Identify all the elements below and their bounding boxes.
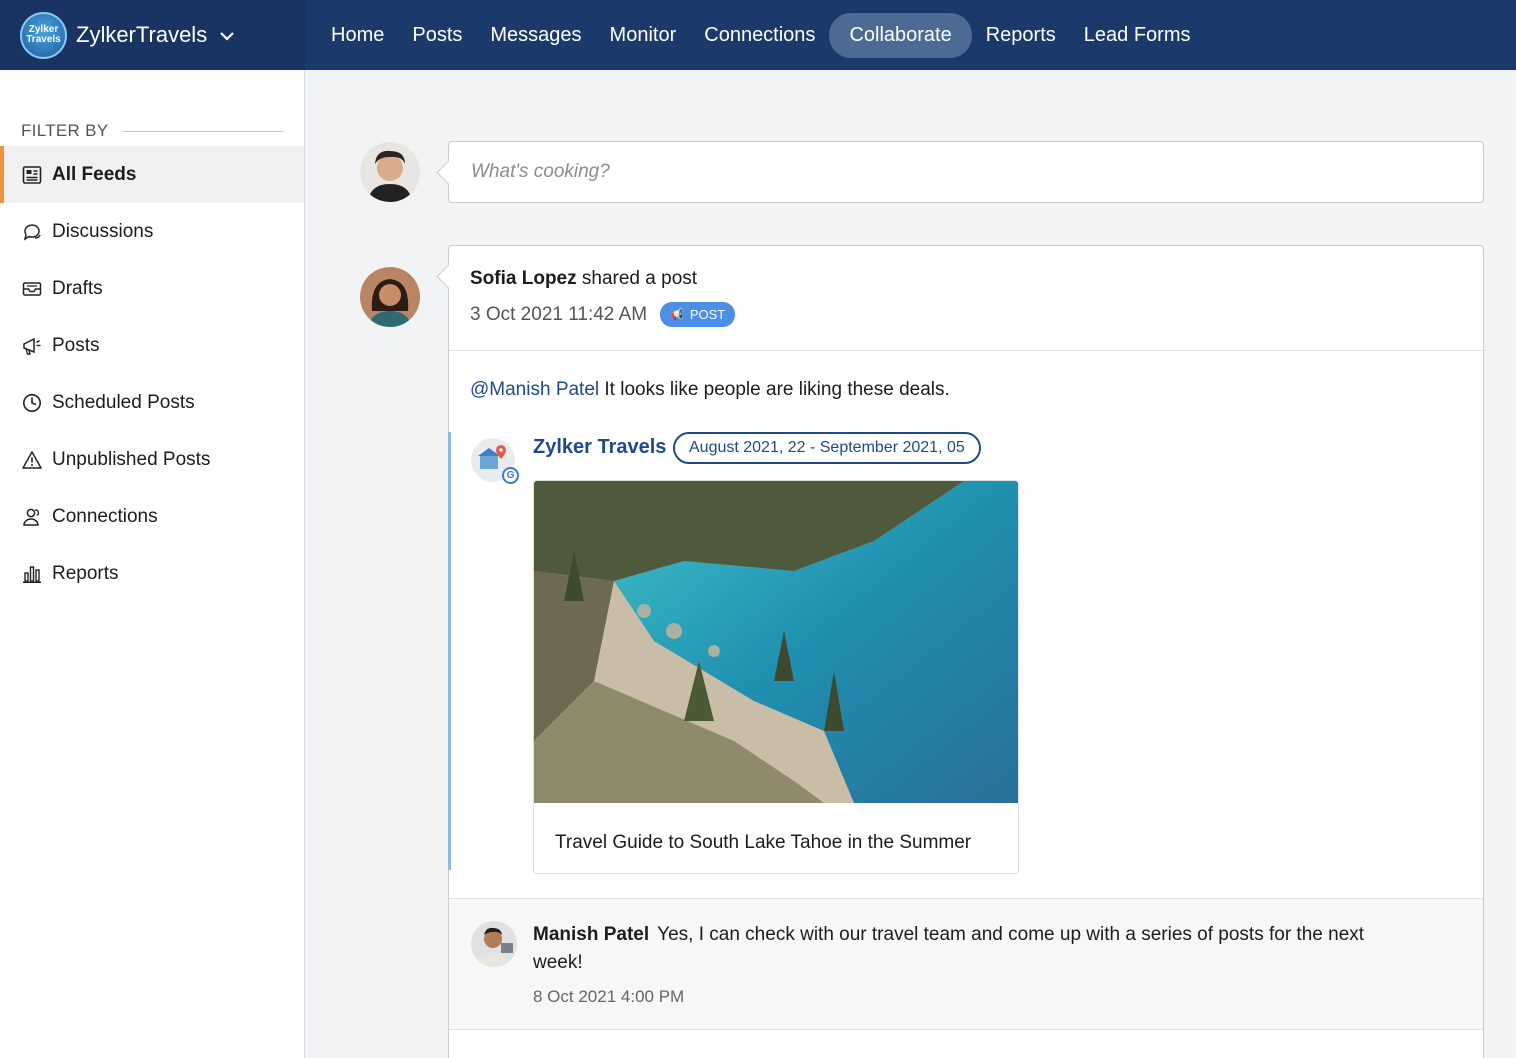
comment-body: Manish Patel Yes, I can check with our tr… bbox=[533, 921, 1413, 977]
divider bbox=[122, 130, 284, 132]
filter-menu: All Feeds Discussions Drafts Posts Sched… bbox=[0, 146, 304, 602]
shared-page-avatar: G bbox=[471, 438, 519, 484]
commenter-name[interactable]: Manish Patel bbox=[533, 924, 649, 945]
logo-text-line2: Travels bbox=[26, 34, 61, 45]
post-author-line: Sofia Lopez shared a post bbox=[470, 268, 1483, 290]
sidebar-item-all-feeds[interactable]: All Feeds bbox=[0, 146, 304, 203]
post-timestamp: 3 Oct 2021 11:42 AM bbox=[470, 303, 648, 325]
nav-lead-forms[interactable]: Lead Forms bbox=[1070, 14, 1205, 57]
megaphone-icon: 📢 bbox=[670, 309, 684, 321]
comment: Manish Patel Yes, I can check with our tr… bbox=[449, 898, 1483, 1030]
post-badge-label: POST bbox=[689, 307, 726, 322]
sidebar-item-connections[interactable]: Connections bbox=[0, 488, 304, 545]
sidebar-item-scheduled-posts[interactable]: Scheduled Posts bbox=[0, 374, 304, 431]
composer-input[interactable]: What's cooking? bbox=[448, 141, 1484, 203]
warning-icon bbox=[21, 449, 42, 470]
post-message-text: It looks like people are liking these de… bbox=[599, 379, 950, 400]
sidebar-item-label: Drafts bbox=[52, 277, 103, 299]
sidebar-item-label: Posts bbox=[52, 334, 100, 356]
author-avatar bbox=[360, 267, 420, 327]
shared-post: G Zylker Travels August 2021, 22 - Septe… bbox=[448, 432, 1483, 874]
post-author-name[interactable]: Sofia Lopez bbox=[470, 268, 577, 289]
nav-connections[interactable]: Connections bbox=[690, 14, 829, 57]
post-type-badge: 📢 POST bbox=[660, 302, 736, 327]
chevron-down-icon[interactable] bbox=[219, 28, 235, 46]
sidebar-item-reports[interactable]: Reports bbox=[0, 545, 304, 602]
shared-post-accent-bar bbox=[448, 432, 451, 870]
post-meta: 3 Oct 2021 11:42 AM 📢 POST bbox=[470, 302, 1483, 327]
sidebar-item-label: Scheduled Posts bbox=[52, 391, 195, 413]
main-nav: Home Posts Messages Monitor Connections … bbox=[305, 0, 1204, 70]
nav-posts[interactable]: Posts bbox=[398, 14, 476, 57]
sidebar-item-label: Unpublished Posts bbox=[52, 448, 211, 470]
inbox-icon bbox=[21, 278, 42, 299]
google-icon: G bbox=[502, 467, 519, 484]
shared-page-name[interactable]: Zylker Travels bbox=[533, 436, 666, 459]
sidebar-item-label: Reports bbox=[52, 562, 119, 584]
bar-chart-icon bbox=[21, 563, 42, 584]
nav-collaborate[interactable]: Collaborate bbox=[829, 12, 972, 58]
sidebar: FILTER BY All Feeds Discussions Drafts P… bbox=[0, 70, 305, 1058]
chat-icon bbox=[21, 221, 42, 242]
brand-logo: Zylker Travels bbox=[20, 11, 67, 59]
sidebar-item-discussions[interactable]: Discussions bbox=[0, 203, 304, 260]
date-range-pill: August 2021, 22 - September 2021, 05 bbox=[673, 432, 981, 464]
post-body: @Manish Patel It looks like people are l… bbox=[449, 351, 1483, 401]
top-navigation-bar: Zylker Travels ZylkerTravels Home Posts … bbox=[0, 0, 1516, 70]
brand-name: ZylkerTravels bbox=[76, 22, 208, 47]
preview-image bbox=[534, 481, 1018, 803]
megaphone-icon bbox=[21, 335, 42, 356]
shared-link-preview[interactable]: Travel Guide to South Lake Tahoe in the … bbox=[533, 480, 1019, 874]
users-icon bbox=[21, 506, 42, 527]
post-card: Sofia Lopez shared a post 3 Oct 2021 11:… bbox=[448, 245, 1484, 1058]
sidebar-item-drafts[interactable]: Drafts bbox=[0, 260, 304, 317]
post-action: shared a post bbox=[576, 268, 698, 289]
post-header: Sofia Lopez shared a post 3 Oct 2021 11:… bbox=[449, 246, 1483, 351]
clock-icon bbox=[21, 392, 42, 413]
current-user-avatar bbox=[360, 142, 420, 202]
commenter-avatar bbox=[471, 921, 517, 967]
comment-timestamp: 8 Oct 2021 4:00 PM bbox=[533, 987, 685, 1006]
filter-header: FILTER BY bbox=[0, 70, 304, 146]
brand-switcher[interactable]: Zylker Travels ZylkerTravels bbox=[0, 0, 305, 70]
preview-caption: Travel Guide to South Lake Tahoe in the … bbox=[555, 832, 972, 853]
sidebar-item-unpublished-posts[interactable]: Unpublished Posts bbox=[0, 431, 304, 488]
post-message: @Manish Patel It looks like people are l… bbox=[470, 379, 1483, 401]
nav-home[interactable]: Home bbox=[317, 14, 398, 57]
nav-monitor[interactable]: Monitor bbox=[596, 14, 691, 57]
feed-area: What's cooking? Sofia Lopez shared a pos… bbox=[306, 70, 1516, 1058]
comment-text: Yes, I can check with our travel team an… bbox=[533, 924, 1365, 973]
sidebar-item-posts[interactable]: Posts bbox=[0, 317, 304, 374]
user-mention[interactable]: @Manish Patel bbox=[470, 379, 599, 400]
nav-reports[interactable]: Reports bbox=[972, 14, 1070, 57]
filter-label: FILTER BY bbox=[21, 121, 109, 140]
sidebar-item-label: All Feeds bbox=[52, 163, 137, 185]
nav-messages[interactable]: Messages bbox=[476, 14, 595, 57]
sidebar-item-label: Discussions bbox=[52, 220, 154, 242]
sidebar-item-label: Connections bbox=[52, 505, 158, 527]
feed-icon bbox=[21, 164, 42, 185]
